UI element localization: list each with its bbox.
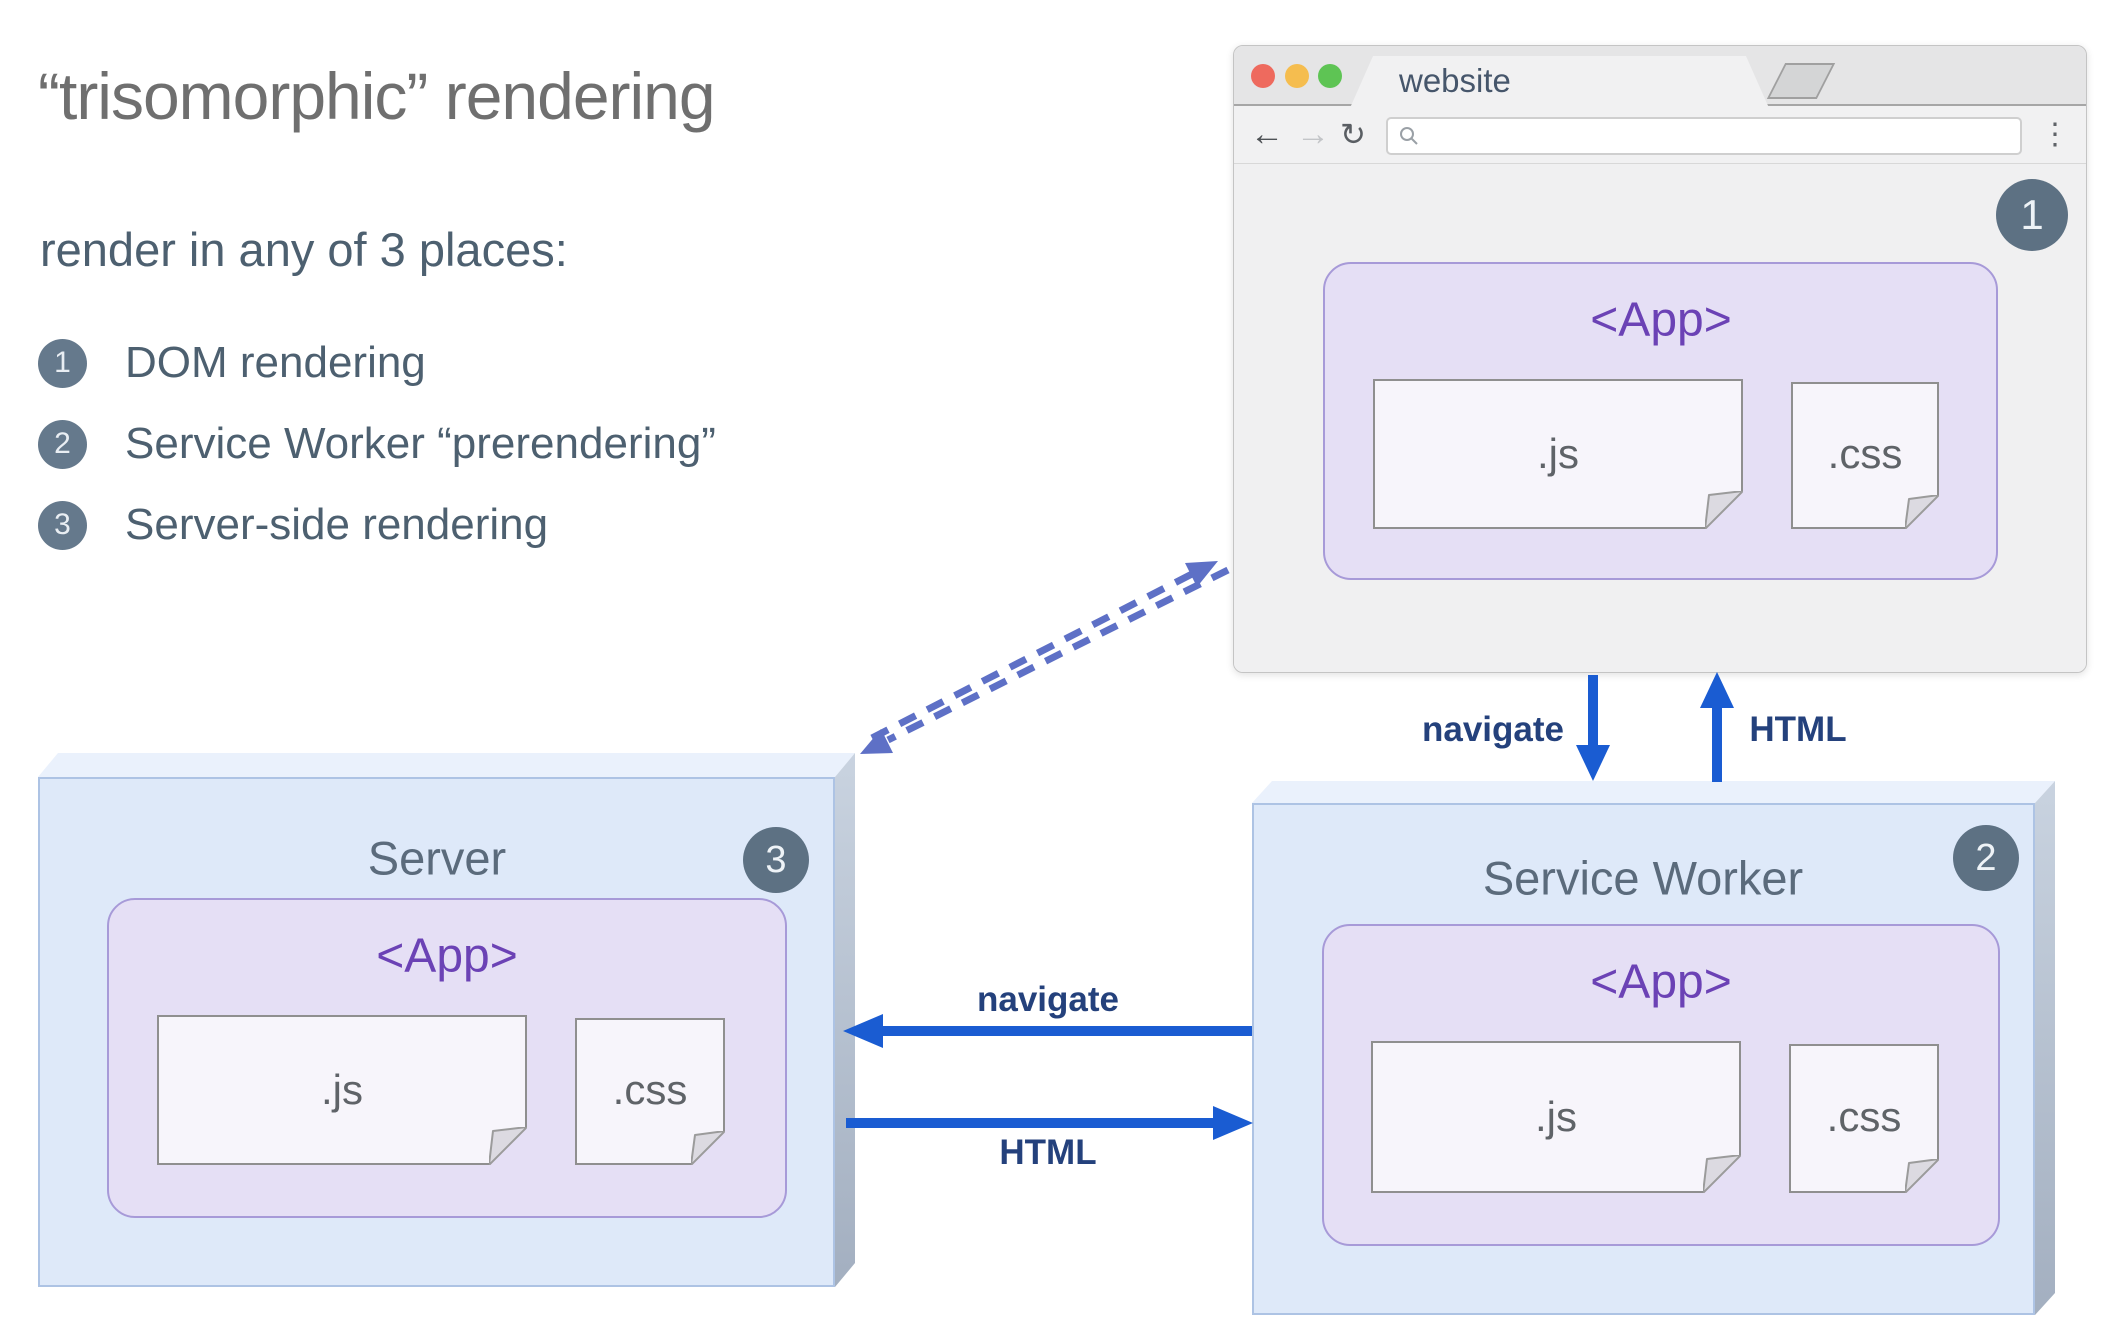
list-item-label: Server-side rendering [125, 500, 549, 549]
step-2-badge: 2 [1953, 825, 2019, 891]
navigate-down-label: navigate [1422, 710, 1564, 749]
page-title: “trisomorphic” rendering [38, 59, 716, 133]
trisomorphic-rendering-diagram: “trisomorphic” rendering render in any o… [0, 0, 2108, 1328]
service-worker-box-right-face [2035, 781, 2055, 1315]
list-item-label: Service Worker “prerendering” [125, 419, 716, 468]
folded-corner-icon [1905, 495, 1939, 529]
html-up-label: HTML [1749, 710, 1847, 749]
step-1-badge: 1 [1996, 179, 2068, 251]
folded-corner-icon [489, 1127, 527, 1165]
navigate-down-arrow [1576, 675, 1610, 781]
list-item-service-worker-prerendering: 2 Service Worker “prerendering” [38, 414, 716, 474]
folded-corner-icon [691, 1131, 725, 1165]
folded-corner-icon [1905, 1159, 1939, 1193]
forward-icon[interactable]: → [1296, 106, 1330, 163]
maximize-window-button[interactable] [1318, 64, 1342, 88]
address-bar-input[interactable] [1386, 117, 2022, 155]
browser-tab-title: website [1399, 62, 1511, 99]
browser-app-label: <App> [1590, 293, 1732, 347]
server-box-top-face [38, 753, 855, 777]
server-box-right-face [835, 753, 855, 1287]
back-icon[interactable]: ← [1250, 106, 1284, 163]
server-js-file-label: .js [321, 1066, 363, 1113]
list-number-badge: 3 [38, 500, 87, 550]
list-number-badge: 1 [38, 338, 87, 388]
browser-css-file-label: .css [1827, 430, 1903, 477]
service-worker-js-file-label: .js [1535, 1093, 1577, 1140]
service-worker-title: Service Worker [1482, 851, 1804, 905]
server-title: Server [367, 831, 507, 885]
list-item-label: DOM rendering [125, 338, 426, 387]
browser-js-file-label: .js [1537, 430, 1579, 477]
new-tab-button[interactable] [1766, 63, 1836, 99]
server-app-label: <App> [376, 929, 518, 983]
browser-toolbar: ← → ↻ ⋮ [1234, 106, 2086, 164]
browser-menu-icon[interactable]: ⋮ [2040, 106, 2070, 163]
folded-corner-icon [1705, 491, 1743, 529]
page-subtitle: render in any of 3 places: [40, 223, 568, 276]
browser-tab-bar: website [1234, 46, 2086, 108]
server-css-file-label: .css [612, 1066, 688, 1113]
step-3-badge: 3 [743, 827, 809, 893]
dashed-arrow-to-browser [870, 561, 1218, 742]
dashed-arrow-to-server [860, 566, 1230, 754]
service-worker-app-label: <App> [1590, 955, 1732, 1009]
close-window-button[interactable] [1251, 64, 1275, 88]
navigate-left-label: navigate [977, 980, 1119, 1019]
list-number-badge: 2 [38, 419, 87, 469]
list-item-server-side-rendering: 3 Server-side rendering [38, 495, 548, 555]
refresh-icon[interactable]: ↻ [1340, 106, 1366, 163]
minimize-window-button[interactable] [1285, 64, 1309, 88]
html-up-arrow [1700, 672, 1734, 782]
search-icon [1400, 127, 1418, 145]
service-worker-box-top-face [1252, 781, 2055, 803]
html-right-label: HTML [999, 1133, 1097, 1172]
service-worker-css-file-label: .css [1826, 1093, 1902, 1140]
list-item-dom-rendering: 1 DOM rendering [38, 333, 426, 393]
folded-corner-icon [1703, 1155, 1741, 1193]
